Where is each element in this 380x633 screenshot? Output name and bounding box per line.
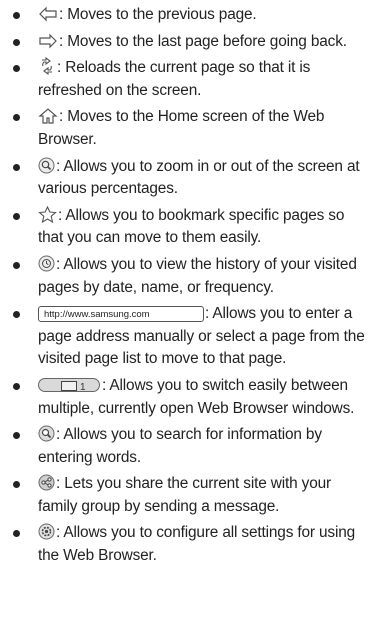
bullet — [13, 382, 20, 390]
search-icon — [38, 425, 55, 442]
bullet — [13, 114, 20, 122]
bullet — [13, 432, 20, 440]
bullet — [13, 311, 20, 319]
zoom-icon — [38, 157, 55, 174]
bullet — [13, 163, 20, 171]
item-text: : Allows you to view the history of your… — [38, 255, 357, 296]
bullet — [13, 65, 20, 73]
list-item-home: : Moves to the Home screen of the Web Br… — [12, 106, 366, 151]
feature-list: : Moves to the previous page. : Moves to… — [0, 0, 380, 568]
window-square — [61, 380, 77, 391]
item-text: : Reloads the current page so that it is… — [38, 59, 311, 99]
home-icon — [38, 108, 58, 124]
item-text: : Allows you to configure all settings f… — [38, 524, 356, 565]
list-item-zoom: : Allows you to zoom in or out of the sc… — [12, 156, 366, 201]
windows-icon: 1 — [38, 377, 100, 393]
bullet — [13, 481, 20, 489]
bullet — [13, 12, 20, 19]
bullet — [13, 530, 20, 538]
list-item-windows: 1 : Allows you to switch easily between … — [12, 375, 366, 420]
item-text: : Allows you to zoom in or out of the sc… — [38, 157, 360, 198]
list-item-reload: : Reloads the current page so that it is… — [12, 57, 366, 102]
forward-arrow-icon — [38, 33, 58, 49]
star-icon — [38, 205, 57, 223]
item-text: : Moves to the previous page. — [59, 6, 257, 23]
bullet — [13, 38, 20, 46]
window-count: 1 — [80, 381, 86, 393]
list-item-settings: : Allows you to configure all settings f… — [12, 522, 366, 567]
address-bar-icon: http://www.samsung.com — [38, 306, 204, 323]
back-arrow-icon — [38, 6, 58, 22]
list-item-address-bar: http://www.samsung.com: Allows you to en… — [12, 303, 366, 371]
reload-icon — [38, 57, 56, 76]
list-item-history: : Allows you to view the history of your… — [12, 254, 366, 299]
history-icon — [38, 255, 55, 272]
list-item-back: : Moves to the previous page. — [12, 4, 366, 27]
item-text: : Allows you to bookmark specific pages … — [38, 206, 345, 247]
list-item-forward: : Moves to the last page before going ba… — [12, 31, 366, 54]
bullet — [13, 212, 20, 220]
item-text: : Lets you share the current site with y… — [38, 475, 331, 515]
settings-icon — [38, 523, 55, 540]
share-icon — [38, 474, 55, 491]
item-text: : Allows you to search for information b… — [38, 426, 322, 466]
item-text: : Moves to the last page before going ba… — [59, 32, 347, 50]
list-item-bookmark: : Allows you to bookmark specific pages … — [12, 205, 366, 250]
bullet — [13, 261, 20, 269]
item-text: : Moves to the Home screen of the Web Br… — [38, 108, 325, 148]
list-item-search: : Allows you to search for information b… — [12, 424, 366, 469]
list-item-share: : Lets you share the current site with y… — [12, 473, 366, 518]
